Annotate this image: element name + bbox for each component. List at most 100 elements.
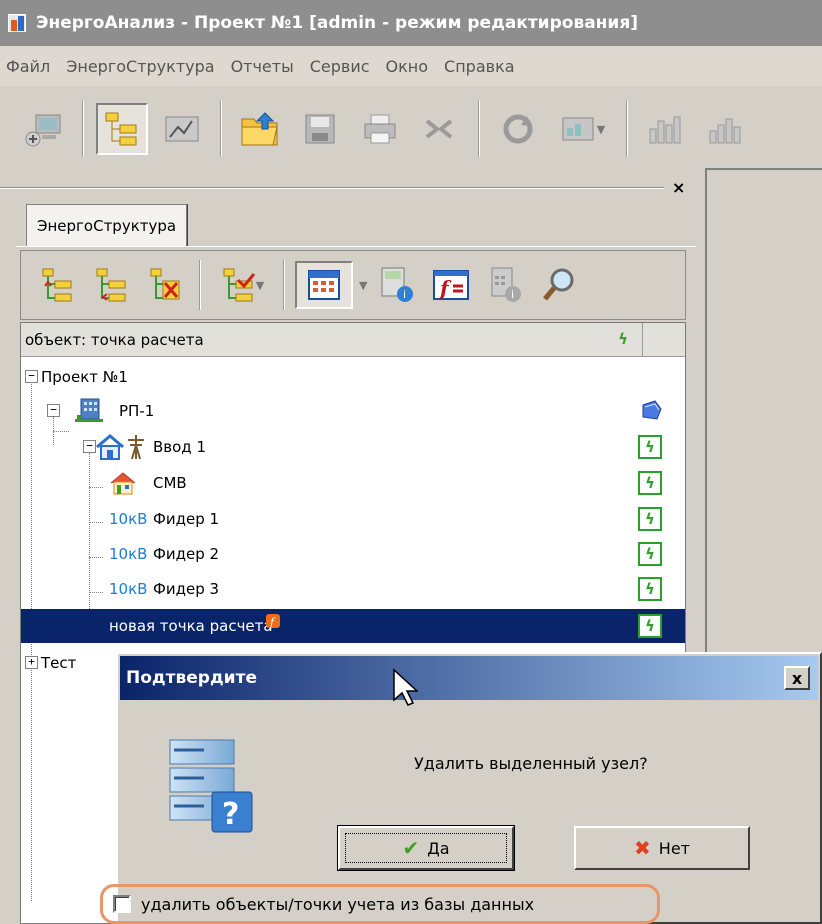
tree-node-label: РП-1 bbox=[119, 402, 155, 420]
power-pylon-icon bbox=[128, 435, 144, 460]
app-chart-icon bbox=[8, 12, 30, 34]
print-button[interactable] bbox=[354, 103, 406, 155]
dialog-titlebar[interactable]: Подтвердите x bbox=[120, 656, 818, 700]
tree-check-icon bbox=[223, 268, 255, 302]
collapse-toggle[interactable]: − bbox=[47, 404, 60, 417]
tree-column-header: объект: точка расчета ϟ bbox=[21, 323, 685, 357]
tree-node-feeder2[interactable]: 10кВ Фидер 2 ϟ bbox=[21, 536, 685, 572]
bar-chart-2-icon bbox=[709, 118, 741, 144]
toolbar-separator bbox=[82, 101, 84, 157]
diagram-icon bbox=[165, 116, 199, 142]
add-connection-button[interactable] bbox=[18, 103, 70, 155]
refresh-button[interactable] bbox=[492, 103, 544, 155]
dialog-message: Удалить выделенный узел? bbox=[414, 754, 648, 773]
tree-node-feeder1[interactable]: 10кВ Фидер 1 ϟ bbox=[21, 501, 685, 537]
expand-toggle[interactable]: + bbox=[25, 656, 38, 669]
no-button-label: Нет bbox=[658, 838, 690, 858]
excel-icon bbox=[425, 119, 453, 139]
no-button[interactable]: ✖ Нет bbox=[574, 826, 750, 870]
dialog-title: Подтвердите bbox=[126, 668, 257, 688]
svg-text:i: i bbox=[403, 288, 406, 301]
tree-node-rp1[interactable]: − РП-1 bbox=[21, 393, 685, 429]
view-select-button[interactable]: ▼ bbox=[552, 103, 614, 155]
dropdown-arrow-icon[interactable]: ▼ bbox=[597, 123, 605, 136]
lightning-icon: ϟ bbox=[618, 330, 628, 348]
tree-node-label: СМВ bbox=[153, 474, 187, 492]
status-ok-icon: ϟ bbox=[638, 435, 662, 459]
voltage-label: 10кВ bbox=[109, 545, 148, 563]
menu-energy-structure[interactable]: ЭнергоСтруктура bbox=[66, 57, 214, 76]
bar-chart-icon bbox=[649, 116, 681, 144]
export-excel-button[interactable] bbox=[414, 103, 466, 155]
printer-icon bbox=[364, 114, 396, 144]
bar-chart-2-button[interactable] bbox=[700, 103, 752, 155]
svg-text:?: ? bbox=[222, 797, 239, 832]
cross-icon: ✖ bbox=[634, 836, 651, 860]
tree-node-input1[interactable]: − Ввод 1 ϟ bbox=[21, 429, 685, 465]
calendar-view-button[interactable] bbox=[295, 261, 353, 309]
status-ok-icon: ϟ bbox=[638, 542, 662, 566]
dialog-close-button[interactable]: x bbox=[784, 666, 810, 690]
tree-node-new-calc-point[interactable]: новая точка расчета f ϟ bbox=[21, 609, 685, 643]
tree-node-label: Тест bbox=[41, 654, 77, 672]
tree-node-project[interactable]: − Проект №1 bbox=[21, 359, 685, 395]
save-icon bbox=[305, 114, 335, 144]
tab-energy-structure[interactable]: ЭнергоСтруктура bbox=[26, 204, 188, 246]
meter-info-icon: i bbox=[381, 267, 414, 302]
formula-icon: f bbox=[433, 270, 470, 300]
device-info-button[interactable]: i bbox=[373, 261, 421, 309]
pane-splitter[interactable] bbox=[0, 183, 686, 193]
tree-node-feeder3[interactable]: 10кВ Фидер 3 ϟ bbox=[21, 571, 685, 607]
delete-from-db-label: удалить объекты/точки учета из базы данн… bbox=[141, 894, 535, 914]
house-icon bbox=[96, 434, 124, 460]
menu-window[interactable]: Окно bbox=[386, 57, 429, 76]
tree-node-label: Фидер 2 bbox=[153, 545, 220, 563]
dropdown-arrow-icon[interactable]: ▼ bbox=[359, 279, 367, 292]
delete-from-db-checkbox[interactable] bbox=[113, 895, 131, 913]
tree-node-label: Фидер 1 bbox=[153, 510, 220, 528]
colored-house-icon bbox=[110, 472, 136, 495]
window-titlebar: ЭнергоАнализ - Проект №1 [admin - режим … bbox=[0, 0, 822, 46]
tree-node-smv[interactable]: СМВ ϟ bbox=[21, 465, 685, 501]
magnifier-icon bbox=[543, 268, 574, 301]
calendar-icon bbox=[308, 270, 340, 300]
tree-node-label: новая точка расчета bbox=[109, 617, 273, 635]
pane-close-button[interactable]: × bbox=[672, 178, 685, 197]
add-sibling-node-button[interactable] bbox=[87, 261, 135, 309]
delete-node-button[interactable] bbox=[141, 261, 189, 309]
menu-help[interactable]: Справка bbox=[444, 57, 515, 76]
svg-text:i: i bbox=[511, 288, 514, 301]
menu-reports[interactable]: Отчеты bbox=[231, 57, 294, 76]
search-button[interactable] bbox=[535, 261, 583, 309]
calc-info-button[interactable]: i bbox=[481, 261, 529, 309]
check-nodes-button[interactable]: ▼ bbox=[211, 261, 273, 309]
yes-button[interactable]: ✔ Да bbox=[337, 825, 515, 871]
status-ok-icon: ϟ bbox=[638, 614, 662, 638]
collapse-toggle[interactable]: − bbox=[25, 370, 38, 383]
menu-bar: Файл ЭнергоСтруктура Отчеты Сервис Окно … bbox=[0, 46, 822, 86]
structure-tree-button[interactable] bbox=[96, 103, 148, 155]
substation-building-icon bbox=[75, 398, 103, 422]
tree-add-child-icon bbox=[42, 268, 72, 302]
meter-group-icon bbox=[642, 400, 662, 420]
toolbar-separator bbox=[199, 260, 201, 310]
computer-add-icon bbox=[25, 114, 61, 147]
voltage-label: 10кВ bbox=[109, 580, 148, 598]
tab-underline bbox=[16, 246, 696, 247]
status-ok-icon: ϟ bbox=[638, 507, 662, 531]
diagram-view-button[interactable] bbox=[156, 103, 208, 155]
focus-rect bbox=[345, 833, 507, 863]
add-child-node-button[interactable] bbox=[33, 261, 81, 309]
menu-file[interactable]: Файл bbox=[6, 57, 50, 76]
column-object[interactable]: объект: точка расчета ϟ bbox=[21, 323, 643, 356]
window-title: ЭнергоАнализ - Проект №1 [admin - режим … bbox=[36, 13, 639, 33]
delete-from-db-option[interactable]: удалить объекты/точки учета из базы данн… bbox=[100, 884, 660, 924]
bar-chart-button[interactable] bbox=[640, 103, 692, 155]
toolbar-separator bbox=[478, 101, 480, 157]
formula-button[interactable]: f bbox=[427, 261, 475, 309]
menu-service[interactable]: Сервис bbox=[310, 57, 370, 76]
main-toolbar: ▼ bbox=[0, 86, 822, 172]
save-button[interactable] bbox=[294, 103, 346, 155]
open-project-button[interactable] bbox=[234, 103, 286, 155]
dropdown-arrow-icon[interactable]: ▼ bbox=[256, 279, 264, 292]
